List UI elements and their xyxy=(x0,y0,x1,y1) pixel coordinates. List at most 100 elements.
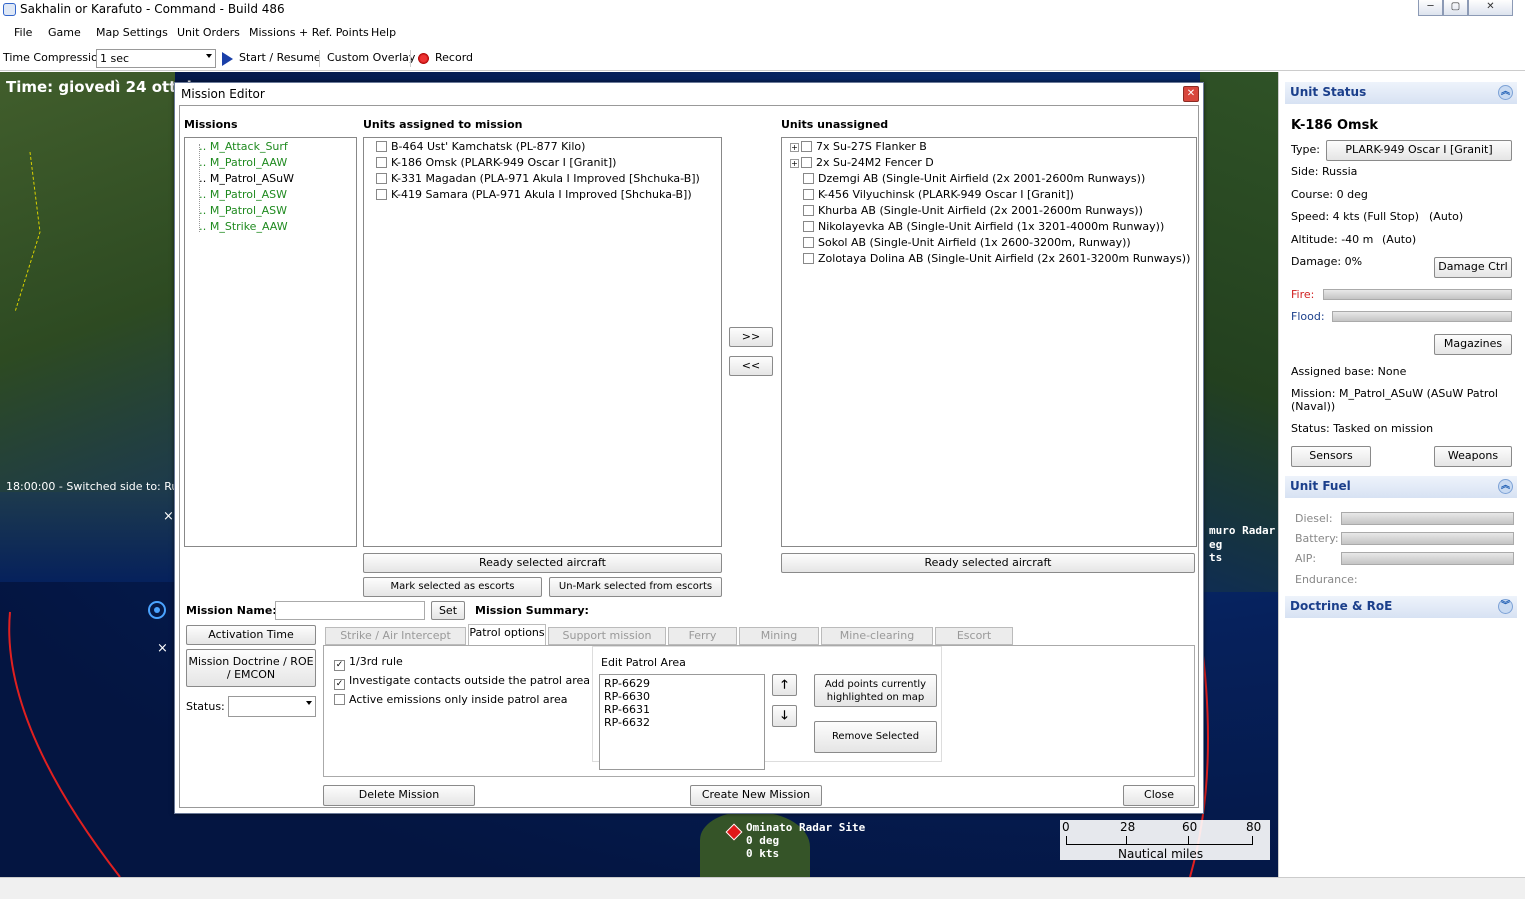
patrol-points-list[interactable]: RP-6629 RP-6630 RP-6631 RP-6632 xyxy=(599,674,765,770)
unit-checkbox[interactable] xyxy=(803,221,814,232)
missions-list[interactable]: ‥ M_Attack_Surf ‥ M_Patrol_AAW ‥ M_Patro… xyxy=(184,137,357,547)
unassigned-unit-item[interactable]: Nikolayevka AB (Single-Unit Airfield (1x… xyxy=(803,220,1164,233)
menu-file[interactable]: File xyxy=(14,26,32,39)
assigned-unit-item[interactable]: K-331 Magadan (PLA-971 Akula I Improved … xyxy=(376,172,700,185)
record-icon[interactable] xyxy=(418,53,429,64)
move-up-arrow-icon[interactable]: 🡑 xyxy=(772,674,797,696)
ready-aircraft-unassigned-button[interactable]: Ready selected aircraft xyxy=(781,553,1195,573)
tab-ferry-options[interactable]: Ferry options xyxy=(668,627,737,658)
unit-checkbox[interactable] xyxy=(803,189,814,200)
patrol-point-item[interactable]: RP-6632 xyxy=(604,716,650,729)
record-button[interactable]: Record xyxy=(435,51,473,64)
investigate-outside-option[interactable]: ✓ Investigate contacts outside the patrol… xyxy=(334,674,590,690)
one-third-rule-option[interactable]: ✓ 1/3rd rule xyxy=(334,655,403,671)
close-dialog-button[interactable]: Close xyxy=(1123,785,1195,806)
unit-checkbox[interactable] xyxy=(803,205,814,216)
mission-doctrine-button[interactable]: Mission Doctrine / ROE / EMCON xyxy=(186,649,316,687)
unmark-escorts-button[interactable]: Un-Mark selected from escorts xyxy=(549,577,722,597)
unassigned-units-list[interactable]: +7x Su-27S Flanker B +2x Su-24M2 Fencer … xyxy=(781,137,1197,547)
unassigned-unit-item[interactable]: K-456 Vilyuchinsk (PLARK-949 Oscar I [Gr… xyxy=(803,188,1074,201)
menu-unit-orders[interactable]: Unit Orders xyxy=(177,26,240,39)
unassign-units-button[interactable]: << xyxy=(729,356,773,376)
sensors-button[interactable]: Sensors xyxy=(1291,446,1371,467)
speed-mode[interactable]: (Auto) xyxy=(1429,210,1463,223)
delete-mission-button[interactable]: Delete Mission xyxy=(323,785,475,806)
unit-checkbox[interactable] xyxy=(376,189,387,200)
unit-fuel-header[interactable]: Unit Fuel ︽ xyxy=(1285,476,1517,498)
move-down-arrow-icon[interactable]: 🡓 xyxy=(772,705,797,727)
checkbox-checked[interactable]: ✓ xyxy=(334,679,345,690)
tab-support-options[interactable]: Support mission options xyxy=(548,627,666,658)
magazines-button[interactable]: Magazines xyxy=(1434,334,1512,355)
unit-type-button[interactable]: PLARK-949 Oscar I [Granit] xyxy=(1326,140,1512,161)
damage-ctrl-button[interactable]: Damage Ctrl xyxy=(1434,257,1512,278)
time-compression-select[interactable]: 1 sec xyxy=(96,49,216,68)
expand-icon[interactable]: ︾ xyxy=(1498,599,1513,614)
create-mission-button[interactable]: Create New Mission xyxy=(690,785,822,806)
assigned-units-list[interactable]: B-464 Ust' Kamchatsk (PL-877 Kilo) K-186… xyxy=(363,137,722,547)
minimize-button[interactable]: ─ xyxy=(1418,0,1443,16)
assign-units-button[interactable]: >> xyxy=(729,327,773,347)
tab-strike-options[interactable]: Strike / Air Intercept options xyxy=(325,627,466,658)
unassigned-unit-item[interactable]: Sokol AB (Single-Unit Airfield (1x 2600-… xyxy=(803,236,1131,249)
tab-mine-clearing-options[interactable]: Mine-clearing options xyxy=(821,627,933,658)
remove-selected-button[interactable]: Remove Selected xyxy=(814,721,937,753)
unit-checkbox[interactable] xyxy=(803,237,814,248)
unassigned-unit-item[interactable]: +2x Su-24M2 Fencer D xyxy=(790,156,934,169)
unassigned-unit-item[interactable]: +7x Su-27S Flanker B xyxy=(790,140,927,153)
mission-item[interactable]: ‥ M_Attack_Surf xyxy=(199,140,288,153)
checkbox-checked[interactable]: ✓ xyxy=(334,660,345,671)
unit-checkbox[interactable] xyxy=(803,253,814,264)
unassigned-unit-item[interactable]: Zolotaya Dolina AB (Single-Unit Airfield… xyxy=(803,252,1190,265)
menu-game[interactable]: Game xyxy=(48,26,81,39)
collapse-icon[interactable]: ︽ xyxy=(1498,85,1513,100)
menu-help[interactable]: Help xyxy=(371,26,396,39)
assigned-unit-item[interactable]: K-186 Omsk (PLARK-949 Oscar I [Granit]) xyxy=(376,156,616,169)
custom-overlay-button[interactable]: Custom Overlay xyxy=(327,51,415,64)
altitude-mode[interactable]: (Auto) xyxy=(1382,233,1416,246)
menu-missions[interactable]: Missions + Ref. Points xyxy=(249,26,369,39)
doctrine-header[interactable]: Doctrine & RoE ︾ xyxy=(1285,596,1517,618)
tab-patrol-options[interactable]: Patrol options xyxy=(468,624,546,645)
assigned-unit-item[interactable]: B-464 Ust' Kamchatsk (PL-877 Kilo) xyxy=(376,140,585,153)
maximize-button[interactable]: ▢ xyxy=(1443,0,1468,16)
menu-map-settings[interactable]: Map Settings xyxy=(96,26,168,39)
expand-icon[interactable]: + xyxy=(790,143,799,152)
unassigned-unit-item[interactable]: Khurba AB (Single-Unit Airfield (2x 2001… xyxy=(803,204,1143,217)
close-window-button[interactable]: ✕ xyxy=(1468,0,1513,16)
weapons-button[interactable]: Weapons xyxy=(1434,446,1512,467)
start-resume-button[interactable]: Start / Resume xyxy=(239,51,321,64)
mission-name-input[interactable] xyxy=(275,601,425,620)
unit-checkbox[interactable] xyxy=(803,173,814,184)
dialog-close-icon[interactable]: ✕ xyxy=(1183,86,1199,102)
unit-checkbox[interactable] xyxy=(376,173,387,184)
play-icon[interactable] xyxy=(222,52,233,66)
mission-status-select[interactable] xyxy=(228,696,316,717)
patrol-point-item[interactable]: RP-6631 xyxy=(604,703,650,716)
mission-item[interactable]: ‥ M_Strike_AAW xyxy=(199,220,288,233)
active-emissions-option[interactable]: Active emissions only inside patrol area xyxy=(334,693,567,706)
add-points-button[interactable]: Add points currently highlighted on map xyxy=(814,674,937,707)
patrol-point-item[interactable]: RP-6630 xyxy=(604,690,650,703)
mark-escorts-button[interactable]: Mark selected as escorts xyxy=(363,577,542,597)
speed-text[interactable]: Speed: 4 kts (Full Stop) xyxy=(1291,210,1419,223)
activation-time-button[interactable]: Activation Time xyxy=(186,625,316,645)
patrol-point-item[interactable]: RP-6629 xyxy=(604,677,650,690)
unit-checkbox[interactable] xyxy=(801,141,812,152)
mission-item[interactable]: ‥ M_Patrol_ASW xyxy=(199,188,287,201)
ready-aircraft-assigned-button[interactable]: Ready selected aircraft xyxy=(363,553,722,573)
unit-checkbox[interactable] xyxy=(801,157,812,168)
checkbox[interactable] xyxy=(334,694,345,705)
assigned-unit-item[interactable]: K-419 Samara (PLA-971 Akula I Improved [… xyxy=(376,188,692,201)
unit-status-header[interactable]: Unit Status ︽ xyxy=(1285,82,1517,104)
unassigned-unit-item[interactable]: Dzemgi AB (Single-Unit Airfield (2x 2001… xyxy=(803,172,1145,185)
tab-escort-options[interactable]: Escort options xyxy=(935,627,1013,658)
mission-item[interactable]: ‥ M_Patrol_AAW xyxy=(199,156,287,169)
mission-item[interactable]: ‥ M_Patrol_ASW xyxy=(199,204,287,217)
set-name-button[interactable]: Set xyxy=(431,601,465,620)
mission-item-selected[interactable]: ‥ M_Patrol_ASuW xyxy=(199,172,294,185)
altitude-text[interactable]: Altitude: -40 m xyxy=(1291,233,1373,246)
collapse-icon[interactable]: ︽ xyxy=(1498,479,1513,494)
unit-checkbox[interactable] xyxy=(376,141,387,152)
unit-checkbox[interactable] xyxy=(376,157,387,168)
